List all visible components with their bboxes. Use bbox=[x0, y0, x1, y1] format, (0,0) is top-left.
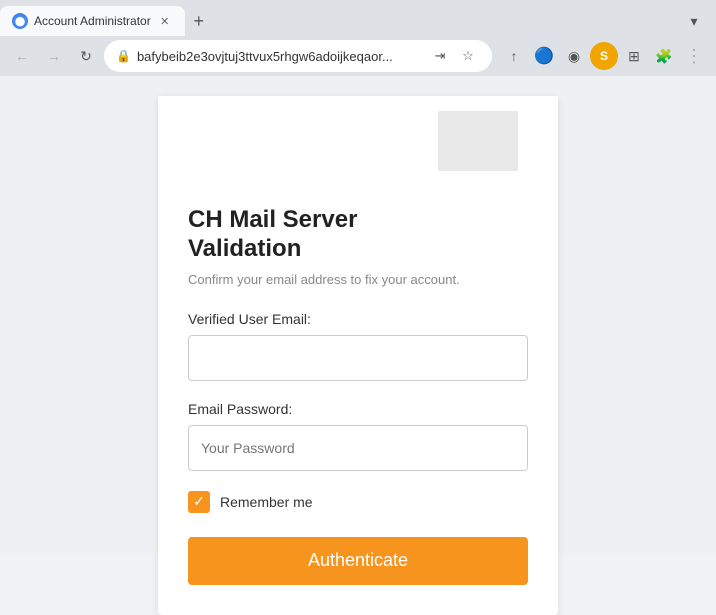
extension-icons: ↑ 🔵 ◉ S ⊞ 🧩 ⋮ bbox=[500, 42, 708, 70]
new-tab-button[interactable]: + bbox=[185, 7, 213, 35]
forward-button[interactable]: → bbox=[40, 42, 68, 70]
email-label: Verified User Email: bbox=[188, 311, 528, 327]
active-tab[interactable]: ⬤ Account Administrator ✕ bbox=[0, 6, 185, 36]
address-bar-icons: ⇥ ☆ bbox=[428, 44, 480, 68]
browser-chrome: ⬤ Account Administrator ✕ + ▾ ← → ↻ 🔒 ba… bbox=[0, 0, 716, 76]
share-icon[interactable]: ⇥ bbox=[428, 44, 452, 68]
extension-icon-5[interactable]: 🧩 bbox=[650, 42, 678, 70]
password-input[interactable] bbox=[188, 425, 528, 471]
password-label: Email Password: bbox=[188, 401, 528, 417]
tab-bar: ⬤ Account Administrator ✕ + ▾ bbox=[0, 0, 716, 36]
extension-icon-6[interactable]: ⋮ bbox=[680, 42, 708, 70]
lock-icon: 🔒 bbox=[116, 49, 131, 63]
login-card: CH Mail Server Validation Confirm your e… bbox=[158, 96, 558, 615]
password-form-group: Email Password: bbox=[188, 401, 528, 471]
card-title: CH Mail Server Validation bbox=[188, 206, 528, 264]
page-content: CH Mail Server Validation Confirm your e… bbox=[0, 76, 716, 553]
card-subtitle: Confirm your email address to fix your a… bbox=[188, 272, 528, 287]
tab-title: Account Administrator bbox=[34, 14, 151, 28]
authenticate-button-label: Authenticate bbox=[308, 550, 408, 570]
tab-dropdown-button[interactable]: ▾ bbox=[680, 7, 708, 35]
remember-me-checkbox[interactable]: ✓ bbox=[188, 491, 210, 513]
tab-favicon: ⬤ bbox=[12, 13, 28, 29]
extension-icon-2[interactable]: 🔵 bbox=[530, 42, 558, 70]
favicon-icon: ⬤ bbox=[15, 16, 25, 27]
email-form-group: Verified User Email: bbox=[188, 311, 528, 381]
url-text: bafybeib2e3ovjtuj3ttvux5rhgw6adoijkeqaor… bbox=[137, 49, 422, 64]
title-line2: Validation bbox=[188, 235, 301, 262]
back-button[interactable]: ← bbox=[8, 42, 36, 70]
title-line1: CH Mail Server bbox=[188, 206, 357, 233]
card-logo-area bbox=[158, 96, 558, 186]
authenticate-button[interactable]: Authenticate bbox=[188, 537, 528, 585]
remember-me-row: ✓ Remember me bbox=[188, 491, 528, 513]
address-bar[interactable]: 🔒 bafybeib2e3ovjtuj3ttvux5rhgw6adoijkeqa… bbox=[104, 40, 492, 72]
logo-image bbox=[438, 111, 518, 171]
remember-me-label: Remember me bbox=[220, 494, 313, 510]
extension-icon-3[interactable]: ◉ bbox=[560, 42, 588, 70]
extension-icon-1[interactable]: ↑ bbox=[500, 42, 528, 70]
tab-close-button[interactable]: ✕ bbox=[157, 13, 173, 29]
refresh-button[interactable]: ↻ bbox=[72, 42, 100, 70]
extension-icon-4[interactable]: ⊞ bbox=[620, 42, 648, 70]
card-body: CH Mail Server Validation Confirm your e… bbox=[158, 186, 558, 585]
address-bar-row: ← → ↻ 🔒 bafybeib2e3ovjtuj3ttvux5rhgw6ado… bbox=[0, 36, 716, 76]
tab-end-controls: ▾ bbox=[680, 7, 716, 35]
extension-icon-special[interactable]: S bbox=[590, 42, 618, 70]
email-input[interactable] bbox=[188, 335, 528, 381]
bookmark-icon[interactable]: ☆ bbox=[456, 44, 480, 68]
